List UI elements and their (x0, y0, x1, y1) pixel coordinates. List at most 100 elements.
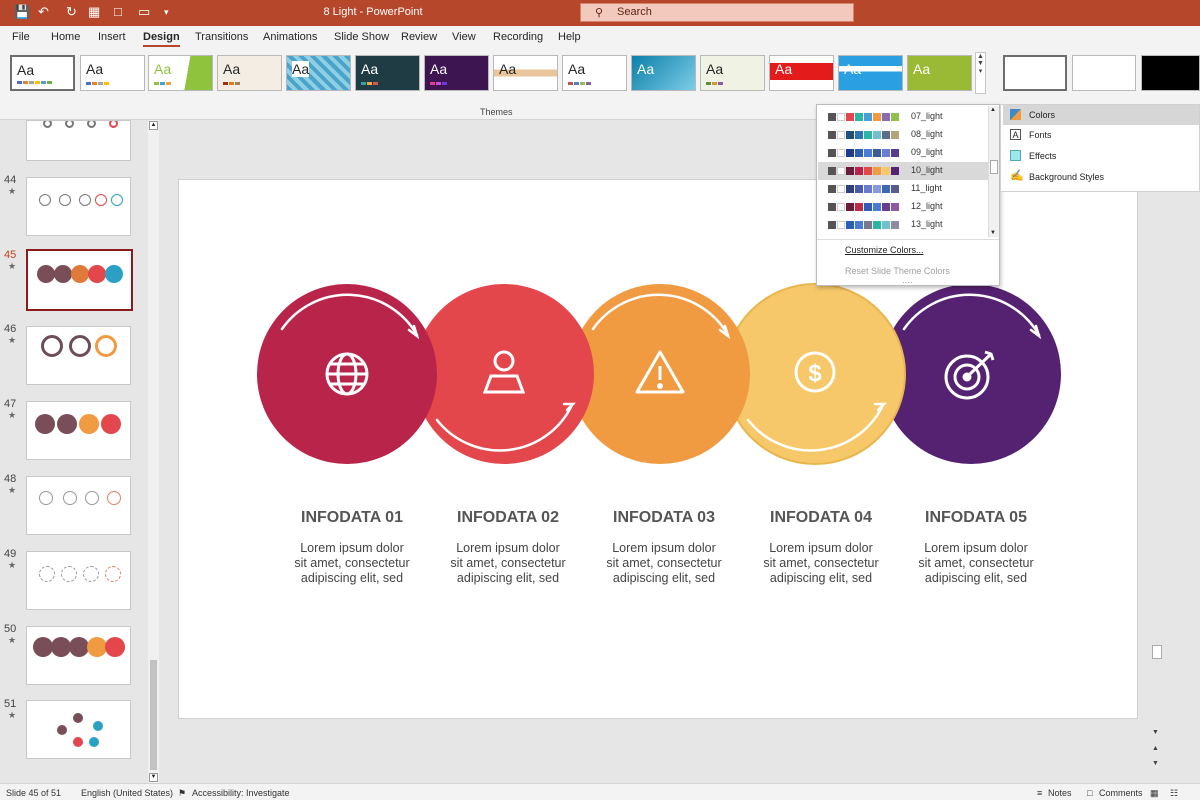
theme-6[interactable]: Aa (355, 55, 420, 91)
tab-design[interactable]: Design (143, 31, 180, 47)
description-line: adipiscing elit, sed (300, 571, 404, 585)
variant-1[interactable] (1003, 55, 1067, 91)
slide-number-44: 44 (4, 174, 17, 186)
description-line: adipiscing elit, sed (924, 571, 1028, 585)
color-scheme-10-light[interactable]: 10_light (818, 162, 988, 180)
comments-button[interactable]: Comments (1099, 788, 1143, 798)
slide-thumbnail-47[interactable] (26, 401, 131, 460)
color-scheme-09-light[interactable]: 09_light (818, 144, 988, 162)
slide-thumbnail-49[interactable] (26, 551, 131, 610)
normal-view-icon[interactable]: ▦ (1150, 788, 1159, 799)
theme-sample-text: Aa (568, 61, 586, 77)
color-list-scrollbar[interactable]: ▲ ▼ (988, 106, 999, 237)
themes-scroll[interactable]: ▲ ▼ ▾ (975, 52, 986, 94)
resize-grip-icon[interactable]: ···· (902, 278, 913, 287)
color-scheme-07-light[interactable]: 07_light (818, 108, 988, 126)
scroll-down-icon[interactable]: ▼ (990, 230, 996, 236)
item-title-2[interactable]: INFODATA 02 (433, 509, 583, 527)
item-description-4[interactable]: Lorem ipsum dolor sit amet, consectetur ad… (746, 541, 896, 586)
tab-view[interactable]: View (452, 31, 476, 43)
color-scheme-12-light[interactable]: 12_light (818, 198, 988, 216)
tab-home[interactable]: Home (51, 31, 80, 43)
item-title-4[interactable]: INFODATA 04 (746, 509, 896, 527)
description-line: sit amet, consectetur (763, 556, 879, 570)
slide-thumbnail-46[interactable] (26, 326, 131, 385)
slide-thumbnail-44[interactable] (26, 177, 131, 236)
color-scheme-08-light[interactable]: 08_light (818, 126, 988, 144)
canvas-scroll-down[interactable]: ▼ (1152, 729, 1162, 739)
tab-recording[interactable]: Recording (493, 31, 543, 43)
previous-slide-button[interactable]: ▲ (1152, 745, 1162, 755)
slide-thumbnail-43[interactable] (26, 120, 131, 161)
item-title-3[interactable]: INFODATA 03 (589, 509, 739, 527)
theme-sample-text: Aa (706, 61, 724, 77)
scroll-up-icon[interactable]: ▲ (990, 107, 996, 113)
comments-icon[interactable]: □ (1087, 788, 1092, 798)
menu-item-effects[interactable]: Effects (1003, 146, 1199, 166)
menu-item-fonts[interactable]: A Fonts (1003, 125, 1199, 145)
theme-14[interactable]: Aa (907, 55, 972, 91)
accessibility-icon[interactable]: ⚑ (178, 788, 186, 799)
slide-counter[interactable]: Slide 45 of 51 (6, 788, 61, 798)
theme-7[interactable]: Aa (424, 55, 489, 91)
slide-thumbnail-50[interactable] (26, 626, 131, 685)
customize-colors-item[interactable]: Customize Colors... (845, 245, 924, 255)
theme-4[interactable]: Aa (217, 55, 282, 91)
next-slide-button[interactable]: ▼ (1152, 760, 1162, 770)
theme-11[interactable]: Aa (700, 55, 765, 91)
slide-thumbnail-51[interactable] (26, 700, 131, 759)
color-scheme-name: 13_light (911, 219, 943, 229)
tab-review[interactable]: Review (401, 31, 437, 43)
theme-5[interactable]: Aa (286, 55, 351, 91)
tab-file[interactable]: File (12, 31, 30, 43)
slide-sorter-icon[interactable]: ☷ (1170, 788, 1178, 799)
accessibility-status[interactable]: Accessibility: Investigate (192, 788, 290, 798)
item-title-1[interactable]: INFODATA 01 (277, 509, 427, 527)
item-description-3[interactable]: Lorem ipsum dolor sit amet, consectetur ad… (589, 541, 739, 586)
fonts-icon: A (1010, 129, 1021, 140)
notes-button[interactable]: Notes (1048, 788, 1072, 798)
color-scheme-11-light[interactable]: 11_light (818, 180, 988, 198)
theme-8[interactable]: Aa (493, 55, 558, 91)
item-description-2[interactable]: Lorem ipsum dolor sit amet, consectetur ad… (433, 541, 583, 586)
scroll-thumb[interactable] (990, 160, 998, 174)
theme-sample-text: Aa (913, 61, 931, 77)
variant-3[interactable] (1141, 55, 1200, 91)
menu-item-background-styles[interactable]: ✍ Background Styles (1003, 167, 1199, 187)
themes-group-label: Themes (480, 107, 513, 117)
variant-2[interactable] (1072, 55, 1136, 91)
infographic-circle-2[interactable] (414, 284, 594, 464)
canvas-scroll-thumb[interactable] (1152, 645, 1162, 659)
slide-thumbnail-45[interactable] (26, 249, 133, 311)
theme-2[interactable]: Aa (80, 55, 145, 91)
theme-3[interactable]: Aa (148, 55, 213, 91)
theme-12[interactable]: Aa (769, 55, 834, 91)
item-title-5[interactable]: INFODATA 05 (901, 509, 1051, 527)
theme-13[interactable]: Aa (838, 55, 903, 91)
language-indicator[interactable]: English (United States) (81, 788, 173, 798)
tab-insert[interactable]: Insert (98, 31, 126, 43)
description-line: adipiscing elit, sed (456, 571, 560, 585)
notes-icon[interactable]: ≡ (1037, 788, 1042, 798)
item-description-5[interactable]: Lorem ipsum dolor sit amet, consectetur ad… (901, 541, 1051, 586)
theme-sample-text: Aa (154, 61, 172, 77)
tab-animations[interactable]: Animations (263, 31, 317, 43)
thumbnail-scrollbar[interactable]: ▲ ▼ (148, 120, 159, 783)
menu-item-colors[interactable]: Colors (1003, 105, 1199, 125)
search-box[interactable]: ⚲ Search (580, 3, 854, 22)
theme-10[interactable]: Aa (631, 55, 696, 91)
theme-office[interactable]: Aa (10, 55, 75, 91)
theme-sample-text: Aa (86, 61, 104, 77)
theme-sample-text: Aa (844, 61, 862, 77)
color-scheme-13-light[interactable]: 13_light (818, 216, 988, 234)
slide-thumbnail-48[interactable] (26, 476, 131, 535)
item-description-1[interactable]: Lorem ipsum dolor sit amet, consectetur ad… (277, 541, 427, 586)
tab-transitions[interactable]: Transitions (195, 31, 248, 43)
menu-item-label: Colors (1029, 110, 1056, 120)
slide-number-46: 46 (4, 323, 17, 335)
tab-help[interactable]: Help (558, 31, 581, 43)
theme-9[interactable]: Aa (562, 55, 627, 91)
menu-item-label: Background Styles (1029, 172, 1105, 182)
tab-slide-show[interactable]: Slide Show (334, 31, 389, 43)
title-bar: 💾 ↶ ↻ ▦ □ ▭ ▾ 8 Light - PowerPoint ⚲ Sea… (0, 0, 1200, 26)
